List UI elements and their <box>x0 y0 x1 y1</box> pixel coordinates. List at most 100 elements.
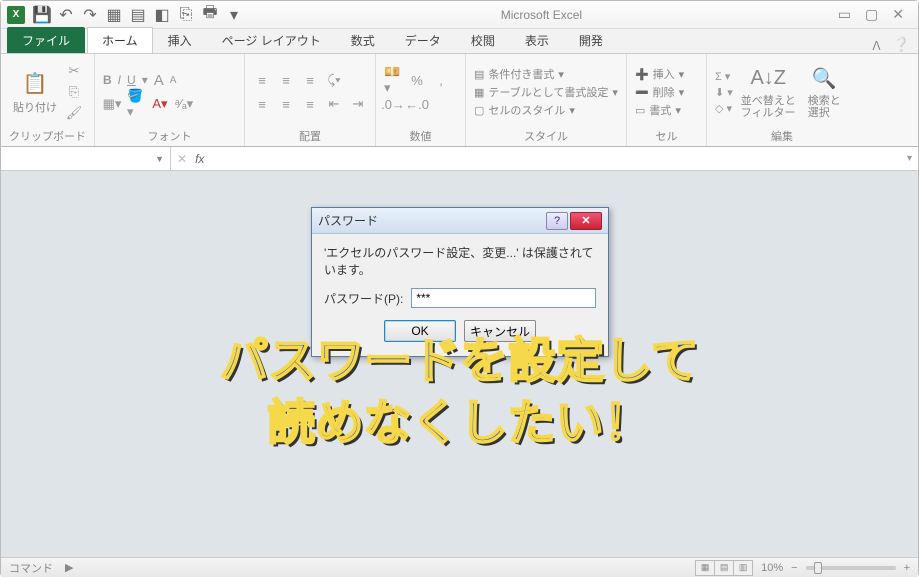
group-cells-label: セル <box>635 126 698 144</box>
group-alignment: ≡ ≡ ≡ ⤹▾ ≡ ≡ ≡ ⇤ ⇥ 配置 <box>245 54 376 146</box>
format-painter-icon[interactable]: 🖌 <box>65 104 83 122</box>
increase-decimal-icon[interactable]: .0→ <box>384 95 402 113</box>
view-normal-icon[interactable]: ▦ <box>695 560 715 576</box>
fill-color-icon[interactable]: 🪣▾ <box>127 95 145 113</box>
sort-icon: A↓Z <box>754 65 782 93</box>
workspace: パスワード ? ✕ 'エクセルのパスワード設定、変更...' は保護されています… <box>1 171 918 557</box>
chevron-down-icon[interactable]: ▼ <box>155 154 164 164</box>
insert-cells-button[interactable]: ➕挿入 ▾ <box>635 65 684 83</box>
decrease-decimal-icon[interactable]: ←.0 <box>408 95 426 113</box>
qat-icon-4[interactable]: ⎘ <box>175 4 197 26</box>
cell-styles-button[interactable]: ▢セルのスタイル ▾ <box>474 101 618 119</box>
cut-icon[interactable]: ✂ <box>65 62 83 80</box>
maximize-icon[interactable]: ▢ <box>865 6 878 23</box>
delete-cells-button[interactable]: ➖削除 ▾ <box>635 83 684 101</box>
align-center-icon[interactable]: ≡ <box>277 95 295 113</box>
tab-formulas[interactable]: 数式 <box>336 27 390 53</box>
save-icon[interactable]: 💾 <box>31 4 53 26</box>
currency-icon[interactable]: 💴▾ <box>384 71 402 89</box>
tab-data[interactable]: データ <box>390 27 456 53</box>
indent-inc-icon[interactable]: ⇥ <box>349 95 367 113</box>
view-page-break-icon[interactable]: ▥ <box>733 560 753 576</box>
percent-icon[interactable]: % <box>408 71 426 89</box>
minimize-icon[interactable]: ▭ <box>838 6 851 23</box>
format-as-table-button[interactable]: ▦テーブルとして書式設定 ▾ <box>474 83 618 101</box>
conditional-icon: ▤ <box>474 68 484 81</box>
align-bottom-icon[interactable]: ≡ <box>301 71 319 89</box>
app-title: Microsoft Excel <box>245 8 838 22</box>
dialog-titlebar[interactable]: パスワード ? ✕ <box>312 208 608 234</box>
fx-icon[interactable]: fx <box>195 152 204 166</box>
group-clipboard: 📋 貼り付け ✂ ⎘ 🖌 クリップボード <box>1 54 95 146</box>
tab-home[interactable]: ホーム <box>87 27 153 53</box>
help-icon[interactable]: ❔ <box>885 36 918 53</box>
qat-icon-2[interactable]: ▤ <box>127 4 149 26</box>
format-cells-button[interactable]: ▭書式 ▾ <box>635 101 684 119</box>
tab-insert[interactable]: 挿入 <box>153 27 207 53</box>
find-select-button[interactable]: 🔍 検索と 選択 <box>804 63 845 121</box>
group-styles-label: スタイル <box>474 126 618 144</box>
sort-filter-button[interactable]: A↓Z 並べ替えと フィルター <box>737 63 800 121</box>
border-icon[interactable]: ▦▾ <box>103 95 121 113</box>
zoom-level[interactable]: 10% <box>761 562 783 574</box>
format-icon: ▭ <box>635 104 645 117</box>
tab-review[interactable]: 校閲 <box>456 27 510 53</box>
italic-button[interactable]: I <box>118 73 121 87</box>
dialog-message: 'エクセルのパスワード設定、変更...' は保護されています。 <box>324 244 596 278</box>
underline-button[interactable]: U <box>127 73 136 87</box>
dialog-title: パスワード <box>318 212 378 229</box>
qat-icon-3[interactable]: ◧ <box>151 4 173 26</box>
status-bar: コマンド ▶ ▦ ▤ ▥ 10% − + <box>1 557 918 577</box>
clear-icon[interactable]: ◇ ▾ <box>715 102 733 115</box>
expand-formula-icon[interactable]: ▾ <box>907 153 912 164</box>
align-right-icon[interactable]: ≡ <box>301 95 319 113</box>
insert-icon: ➕ <box>635 68 649 81</box>
group-number-label: 数値 <box>384 126 457 144</box>
quick-access-toolbar: X 💾 ↶ ↷ ▦ ▤ ◧ ⎘ 🖶 ▾ <box>7 4 245 26</box>
redo-icon[interactable]: ↷ <box>79 4 101 26</box>
shrink-font-button[interactable]: A <box>170 75 177 86</box>
qat-icon-1[interactable]: ▦ <box>103 4 125 26</box>
phonetic-icon[interactable]: ᵃ⁄ₐ▾ <box>175 95 193 113</box>
align-left-icon[interactable]: ≡ <box>253 95 271 113</box>
copy-icon[interactable]: ⎘ <box>65 83 83 101</box>
bold-button[interactable]: B <box>103 73 112 87</box>
group-clipboard-label: クリップボード <box>9 126 86 144</box>
ribbon-collapse-icon[interactable]: ᐱ <box>872 39 884 53</box>
title-bar: X 💾 ↶ ↷ ▦ ▤ ◧ ⎘ 🖶 ▾ Microsoft Excel ▭ ▢ … <box>1 1 918 29</box>
orientation-icon[interactable]: ⤹▾ <box>325 71 343 89</box>
tab-file[interactable]: ファイル <box>7 27 85 53</box>
name-box[interactable]: ▼ <box>1 147 171 170</box>
view-page-layout-icon[interactable]: ▤ <box>714 560 734 576</box>
grow-font-button[interactable]: A <box>154 72 164 89</box>
tab-page-layout[interactable]: ページ レイアウト <box>207 27 336 53</box>
zoom-out-icon[interactable]: − <box>791 562 797 574</box>
group-editing-label: 編集 <box>715 126 849 144</box>
macro-record-icon[interactable]: ▶ <box>65 561 73 574</box>
zoom-in-icon[interactable]: + <box>904 562 910 574</box>
undo-icon[interactable]: ↶ <box>55 4 77 26</box>
tab-developer[interactable]: 開発 <box>564 27 618 53</box>
password-input[interactable] <box>411 288 596 308</box>
conditional-format-button[interactable]: ▤条件付き書式 ▾ <box>474 65 618 83</box>
dialog-close-icon[interactable]: ✕ <box>570 212 602 230</box>
table-icon: ▦ <box>474 86 484 99</box>
tab-view[interactable]: 表示 <box>510 27 564 53</box>
excel-logo-icon: X <box>7 6 25 24</box>
close-icon[interactable]: ✕ <box>892 6 904 23</box>
indent-dec-icon[interactable]: ⇤ <box>325 95 343 113</box>
print-icon[interactable]: 🖶 <box>199 4 221 26</box>
align-middle-icon[interactable]: ≡ <box>277 71 295 89</box>
dialog-help-icon[interactable]: ? <box>546 212 568 230</box>
comma-icon[interactable]: , <box>432 71 450 89</box>
font-color-icon[interactable]: A▾ <box>151 95 169 113</box>
cancel-formula-icon[interactable]: ✕ <box>177 152 187 166</box>
qat-more-icon[interactable]: ▾ <box>223 4 245 26</box>
ribbon-tabs: ファイル ホーム 挿入 ページ レイアウト 数式 データ 校閲 表示 開発 ᐱ … <box>1 29 918 53</box>
zoom-slider[interactable] <box>806 566 896 570</box>
fill-icon[interactable]: ⬇ ▾ <box>715 86 733 99</box>
autosum-icon[interactable]: Σ ▾ <box>715 70 733 83</box>
paste-button[interactable]: 📋 貼り付け <box>9 67 61 117</box>
group-font: B I U ▾ A A ▦▾ 🪣▾ A▾ ᵃ⁄ₐ▾ フォント <box>95 54 245 146</box>
align-top-icon[interactable]: ≡ <box>253 71 271 89</box>
